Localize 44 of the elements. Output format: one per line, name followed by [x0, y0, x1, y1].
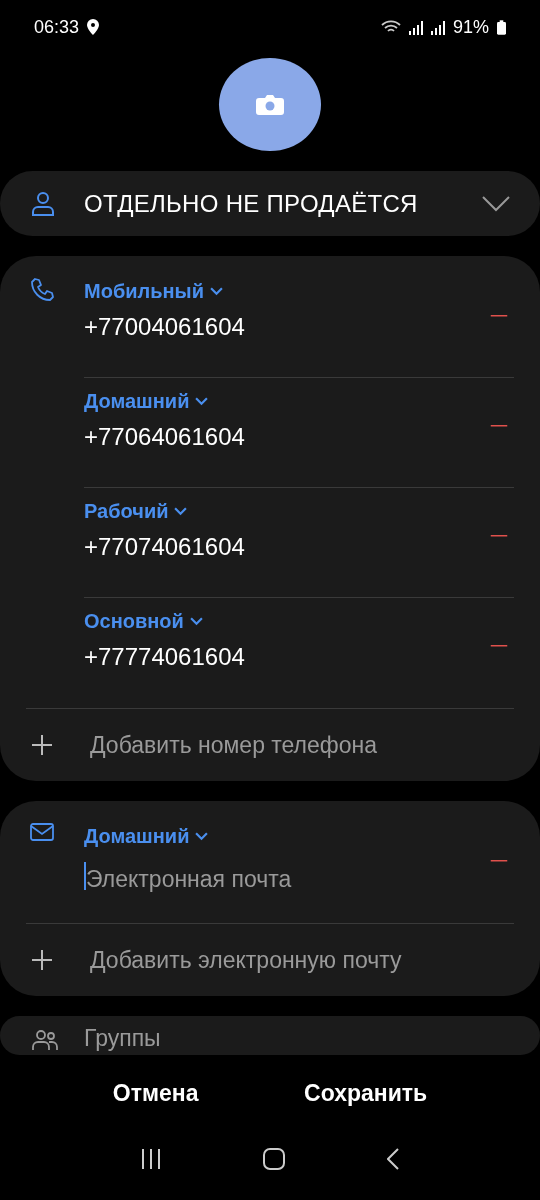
email-field[interactable]: Электронная почта — [86, 866, 386, 894]
recents-icon — [141, 1149, 161, 1169]
action-button[interactable]: Сохранить — [294, 1074, 438, 1113]
plus-icon — [32, 735, 52, 756]
add-email-link[interactable]: Добавить электронную почту — [90, 946, 402, 974]
mail-icon — [30, 823, 54, 842]
back-icon — [387, 1148, 399, 1170]
minus-icon — [488, 535, 510, 539]
caret-icon — [189, 617, 203, 627]
groups-row[interactable]: Группы — [0, 1016, 540, 1055]
location-icon — [87, 19, 100, 36]
caret-icon — [174, 507, 188, 517]
email-type-dropdown[interactable]: Домашний — [84, 825, 209, 849]
person-icon — [32, 191, 54, 216]
phone-number[interactable]: +77004061604 — [84, 313, 245, 342]
caret-icon — [195, 832, 209, 842]
minus-icon — [488, 645, 510, 649]
action-button[interactable]: Отмена — [102, 1074, 209, 1113]
battery-icon — [497, 19, 506, 35]
battery-percent: 91% — [452, 16, 489, 38]
phone-icon — [30, 278, 54, 303]
minus-icon — [488, 860, 510, 864]
phone-type-dropdown[interactable]: Рабочий — [84, 500, 188, 524]
groups-label: Группы — [84, 1024, 161, 1053]
add-phone-link[interactable]: Добавить номер телефона — [90, 731, 378, 759]
phone-type-dropdown[interactable]: Домашний — [84, 390, 209, 414]
minus-icon — [488, 425, 510, 429]
caret-icon — [195, 397, 209, 407]
signal-icon — [430, 19, 445, 36]
plus-icon — [32, 950, 52, 971]
caret-icon — [210, 287, 223, 297]
phone-number[interactable]: +77774061604 — [84, 643, 245, 672]
name-value[interactable]: ОТДЕЛЬНО НЕ ПРОДАЁТСЯ — [84, 189, 448, 218]
chevron-icon — [482, 195, 510, 212]
phone-number[interactable]: +77064061604 — [84, 423, 245, 452]
signal-icon — [408, 19, 423, 36]
phone-type-dropdown[interactable]: Основной — [84, 610, 203, 634]
phone-type-dropdown[interactable]: Мобильный — [84, 280, 223, 304]
people-icon — [32, 1028, 58, 1051]
clock: 06:33 — [34, 16, 80, 38]
minus-icon — [488, 315, 510, 319]
home-icon — [263, 1148, 285, 1170]
phone-number[interactable]: +77074061604 — [84, 533, 245, 562]
camera-icon — [256, 94, 284, 115]
